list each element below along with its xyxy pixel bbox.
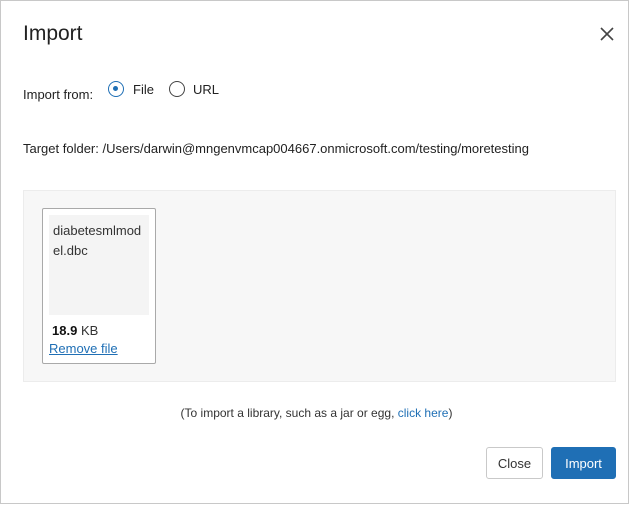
radio-url-label[interactable]: URL	[193, 82, 219, 97]
radio-file-label[interactable]: File	[133, 82, 154, 97]
file-name: diabetesmlmodel.dbc	[53, 223, 142, 258]
library-note-suffix: )	[448, 406, 453, 420]
file-size: 18.9 KB	[52, 323, 98, 338]
library-note: (To import a library, such as a jar or e…	[1, 406, 631, 420]
target-folder: Target folder: /Users/darwin@mngenvmcap0…	[23, 141, 529, 156]
remove-file-link[interactable]: Remove file	[49, 341, 118, 356]
click-here-link[interactable]: click here	[398, 406, 449, 420]
file-size-value: 18.9	[52, 323, 78, 338]
close-button[interactable]: Close	[486, 447, 543, 479]
import-dialog: Import Import from: File URL Target fold…	[0, 0, 629, 504]
library-note-prefix: (To import a library, such as a jar or e…	[180, 406, 398, 420]
file-size-unit: KB	[80, 323, 99, 338]
radio-file[interactable]	[108, 81, 124, 97]
dialog-title: Import	[23, 22, 83, 45]
radio-url[interactable]	[169, 81, 185, 97]
import-from-label: Import from:	[23, 87, 94, 102]
import-button[interactable]: Import	[551, 447, 616, 479]
close-icon[interactable]	[598, 25, 616, 43]
